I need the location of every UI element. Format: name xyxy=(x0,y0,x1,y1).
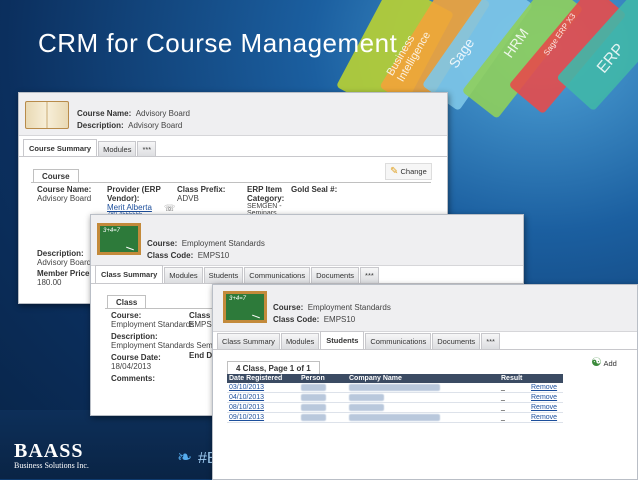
remove-link[interactable]: Remove xyxy=(531,414,557,421)
remove-link[interactable]: Remove xyxy=(531,384,557,391)
column-action xyxy=(529,374,563,383)
class-code-label: Class Code: xyxy=(147,251,194,260)
class-tabs: Class Summary Modules Students Communica… xyxy=(95,265,380,283)
class-section-title: Class xyxy=(107,295,147,309)
company-link[interactable]: xxxxxxxxxxxxxxxxxxxxxxxxxx xyxy=(349,384,440,391)
person-link[interactable]: xxxxxxx xyxy=(301,394,326,401)
tab-documents[interactable]: Documents xyxy=(432,333,481,349)
remove-link[interactable]: Remove xyxy=(531,394,557,401)
class-code-label: Class Code: xyxy=(273,315,320,324)
field-provider-label: Provider (ERP Vendor): xyxy=(107,185,161,203)
result-cell: _ xyxy=(499,402,529,413)
add-button[interactable]: ☯ Add xyxy=(591,355,617,369)
field-description-label: Description: xyxy=(37,249,84,258)
tab-communications[interactable]: Communications xyxy=(365,333,432,349)
provider-link[interactable]: Merit Alberta xyxy=(107,203,171,212)
twitter-bird-icon: ❧ xyxy=(177,447,193,467)
field-class-prefix-value: ADVB xyxy=(177,194,199,203)
pencil-icon: ✎ xyxy=(390,166,399,177)
field-description-label: Description: xyxy=(111,332,158,341)
baass-logo: BAASS Business Solutions Inc. xyxy=(14,440,89,470)
person-link[interactable]: xxxxxxx xyxy=(301,404,326,411)
students-table: Date Registered Person Company Name Resu… xyxy=(227,374,563,423)
grid-title: 4 Class, Page 1 of 1 xyxy=(227,361,320,375)
table-header-row: Date Registered Person Company Name Resu… xyxy=(227,374,563,383)
person-link[interactable]: xxxxxxx xyxy=(301,384,326,391)
course-tabs: Course Summary Modules *** xyxy=(23,139,157,157)
field-course-date-value: 18/04/2013 xyxy=(111,362,152,371)
class-code-value: EMPS10 xyxy=(323,315,356,324)
tab-communications[interactable]: Communications xyxy=(244,267,311,283)
field-member-price-label: Member Price xyxy=(37,269,90,278)
tab-course-summary[interactable]: Course Summary xyxy=(23,139,98,157)
book-icon xyxy=(25,101,69,129)
tab-class-summary[interactable]: Class Summary xyxy=(95,265,164,283)
company-link[interactable]: xxxxxxxxxx xyxy=(349,394,384,401)
field-description-value: Employment Standards Seminar xyxy=(111,341,227,350)
description-label: Description: xyxy=(77,121,124,130)
description-value: Advisory Board xyxy=(128,121,183,130)
field-course-name-label: Course Name: xyxy=(37,185,92,194)
add-users-icon: ☯ xyxy=(591,355,602,369)
tab-class-summary[interactable]: Class Summary xyxy=(217,333,280,349)
company-link[interactable]: xxxxxxxxxxxxxxxxxxxxxxxxxx xyxy=(349,414,440,421)
result-cell: _ xyxy=(499,412,529,423)
slide-title: CRM for Course Management xyxy=(38,28,398,58)
phone-icon[interactable]: ☏ xyxy=(164,203,175,214)
result-cell: _ xyxy=(499,383,529,393)
course-section-title: Course xyxy=(33,169,79,183)
tab-more[interactable]: *** xyxy=(137,141,157,157)
date-link[interactable]: 08/10/2013 xyxy=(229,404,264,411)
class-code-value: EMPS10 xyxy=(197,251,230,260)
tab-students[interactable]: Students xyxy=(320,331,365,349)
chalkboard-icon: 3+4=7 xyxy=(223,291,267,323)
company-link[interactable]: xxxxxxxxxx xyxy=(349,404,384,411)
person-link[interactable]: xxxxxxx xyxy=(301,414,326,421)
field-course-name-value: Advisory Board xyxy=(37,194,92,203)
remove-link[interactable]: Remove xyxy=(531,404,557,411)
tab-modules[interactable]: Modules xyxy=(164,267,203,283)
field-comments-label: Comments: xyxy=(111,374,156,383)
date-link[interactable]: 03/10/2013 xyxy=(229,384,264,391)
column-company-name[interactable]: Company Name xyxy=(347,374,499,383)
field-class-prefix-label: Class Prefix: xyxy=(177,185,226,194)
tab-more[interactable]: *** xyxy=(360,267,379,283)
table-row: 03/10/2013 xxxxxxx xxxxxxxxxxxxxxxxxxxxx… xyxy=(227,383,563,393)
tab-more[interactable]: *** xyxy=(481,333,500,349)
field-gold-seal-label: Gold Seal #: xyxy=(291,185,338,194)
chalkboard-icon: 3+4=7 xyxy=(97,223,141,255)
tab-students[interactable]: Students xyxy=(203,267,244,283)
tab-modules[interactable]: Modules xyxy=(98,141,137,157)
tab-modules[interactable]: Modules xyxy=(280,333,320,349)
result-cell: _ xyxy=(499,392,529,403)
students-tabs: Class Summary Modules Students Communica… xyxy=(217,331,501,349)
date-link[interactable]: 04/10/2013 xyxy=(229,394,264,401)
date-link[interactable]: 09/10/2013 xyxy=(229,414,264,421)
change-button[interactable]: ✎ Change xyxy=(385,163,432,180)
class-header: 3+4=7 Course: Employment Standards Class… xyxy=(91,215,523,266)
field-erp-item-label: ERP Item Category: xyxy=(247,185,285,203)
table-row: 08/10/2013 xxxxxxx xxxxxxxxxx _ Remove xyxy=(227,402,563,413)
field-member-price-value: 180.00 xyxy=(37,278,62,287)
column-date-registered[interactable]: Date Registered xyxy=(227,374,299,383)
table-row: 04/10/2013 xxxxxxx xxxxxxxxxx _ Remove xyxy=(227,392,563,403)
tab-documents[interactable]: Documents xyxy=(311,267,360,283)
field-description-value: Advisory Board xyxy=(37,258,92,267)
course-header: Course Name: Advisory Board Description:… xyxy=(19,93,447,136)
column-result[interactable]: Result xyxy=(499,374,529,383)
table-row: 09/10/2013 xxxxxxx xxxxxxxxxxxxxxxxxxxxx… xyxy=(227,412,563,423)
students-header: 3+4=7 Course: Employment Standards Class… xyxy=(213,285,637,332)
students-window: 3+4=7 Course: Employment Standards Class… xyxy=(212,284,638,480)
column-person[interactable]: Person xyxy=(299,374,347,383)
